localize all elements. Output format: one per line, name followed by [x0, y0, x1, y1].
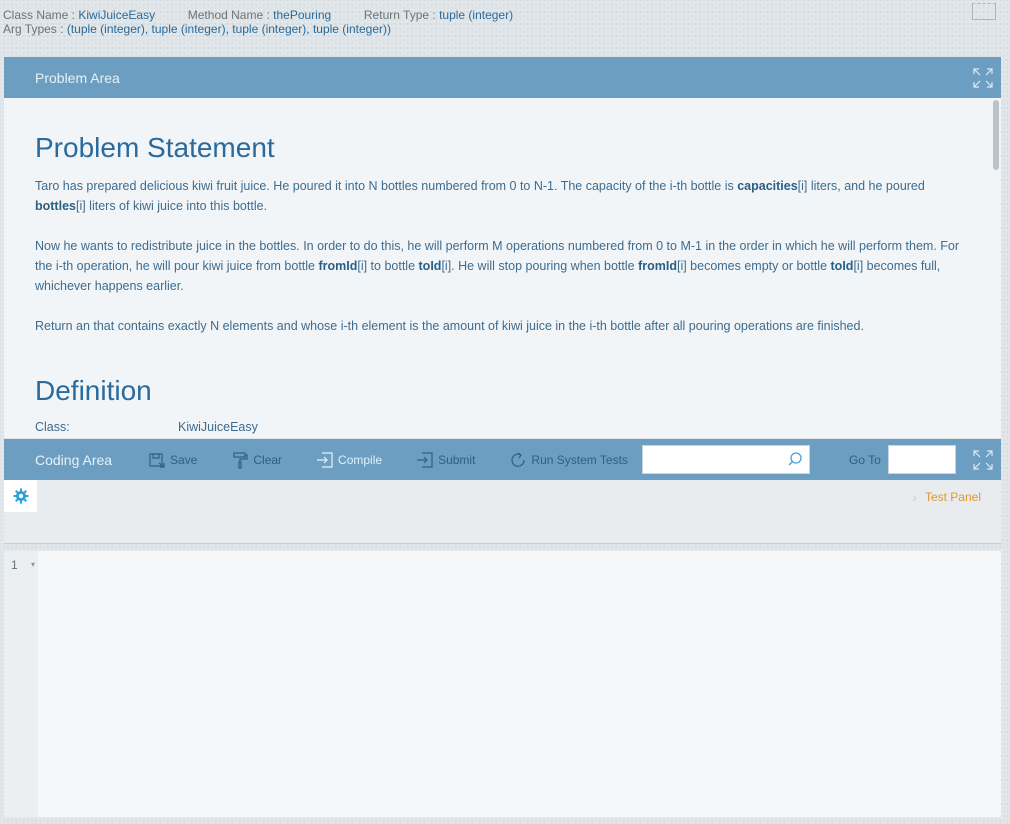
class-name-value: KiwiJuiceEasy: [78, 8, 156, 22]
return-type-label: Return Type :: [363, 8, 436, 22]
clear-button[interactable]: Clear: [231, 451, 282, 469]
coding-area-title: Coding Area: [35, 451, 113, 468]
problem-statement-heading: Problem Statement: [35, 132, 275, 163]
arg-types-row: Arg Types : (tuple (integer), tuple (int…: [3, 22, 513, 36]
class-name-label: Class Name :: [3, 8, 76, 22]
goto-label: Go To: [849, 453, 881, 467]
search-icon[interactable]: [787, 451, 803, 467]
arg-types-value: (tuple (integer), tuple (integer), tuple…: [66, 22, 391, 36]
save-button[interactable]: Save: [148, 451, 197, 469]
problem-area-title: Problem Area: [35, 69, 120, 86]
refresh-icon: [511, 452, 526, 467]
line-number: 1: [11, 558, 18, 572]
test-panel-toggle[interactable]: › Test Panel: [912, 489, 981, 505]
statement-paragraph-1: Taro has prepared delicious kiwi fruit j…: [35, 179, 925, 213]
statement-paragraph-3: Return an that contains exactly N elemen…: [35, 319, 864, 333]
compile-icon: [317, 451, 333, 468]
gear-icon: [13, 488, 28, 504]
goto-field[interactable]: [888, 445, 956, 474]
definition-heading: Definition: [35, 375, 152, 406]
problem-info: Class Name : KiwiJuiceEasy Method Name :…: [3, 8, 513, 36]
submit-icon: [417, 451, 433, 468]
method-name-label: Method Name :: [187, 8, 270, 22]
save-icon: [149, 452, 165, 468]
code-editor[interactable]: 1 ▾: [4, 551, 1001, 817]
compile-button[interactable]: Compile: [316, 451, 382, 469]
submit-button[interactable]: Submit: [416, 451, 475, 469]
definition-class-row: Class: KiwiJuiceEasy: [35, 420, 258, 434]
settings-button[interactable]: [4, 480, 37, 512]
run-system-tests-button[interactable]: Run System Tests: [509, 451, 628, 469]
coding-area-header: Coding Area Save Clear Compile Submit Ru…: [4, 439, 1001, 480]
expand-icon[interactable]: [971, 66, 995, 90]
paint-roller-icon: [233, 451, 248, 469]
search-field[interactable]: [642, 445, 810, 474]
definition-class-value: KiwiJuiceEasy: [178, 420, 258, 434]
search-input[interactable]: [643, 446, 783, 473]
layout-toggle-icon[interactable]: [972, 3, 996, 20]
vertical-scrollbar[interactable]: [993, 100, 999, 170]
coding-toolbar: Save Clear Compile Submit Run System Tes…: [148, 439, 662, 480]
problem-area-header: Problem Area: [4, 57, 1001, 98]
fold-arrow-icon[interactable]: ▾: [31, 560, 35, 569]
definition-class-label: Class:: [35, 420, 70, 434]
signature-row: Class Name : KiwiJuiceEasy Method Name :…: [3, 8, 513, 22]
expand-icon[interactable]: [971, 448, 995, 472]
line-gutter: 1 ▾: [4, 551, 38, 817]
problem-statement-panel: Problem Statement Taro has prepared deli…: [4, 98, 1001, 438]
code-text-area[interactable]: [38, 551, 1001, 817]
goto-input[interactable]: [889, 446, 955, 473]
arg-types-label: Arg Types :: [3, 22, 64, 36]
statement-paragraph-2: Now he wants to redistribute juice in th…: [35, 239, 960, 293]
method-name-value: thePouring: [273, 8, 332, 22]
chevron-right-icon: ›: [912, 489, 917, 505]
editor-settings-strip: › Test Panel: [4, 480, 1001, 544]
return-type-value: tuple (integer): [439, 8, 514, 22]
